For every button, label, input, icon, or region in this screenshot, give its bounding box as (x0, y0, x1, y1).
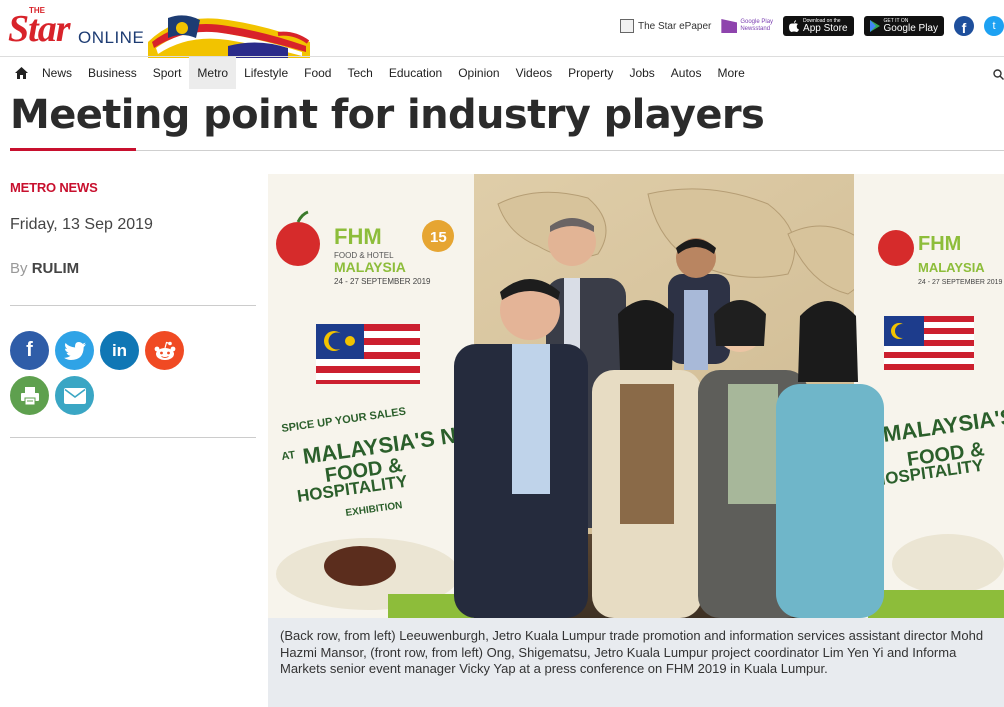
share-buttons: f in (10, 331, 210, 415)
nav-item-education[interactable]: Education (381, 57, 450, 89)
article-title: Meeting point for industry players (10, 92, 765, 138)
share-facebook-icon[interactable]: f (10, 331, 49, 370)
meta-divider-top (10, 305, 256, 306)
share-linkedin-icon[interactable]: in (100, 331, 139, 370)
facebook-icon[interactable]: f (954, 16, 974, 36)
byline: By RULIM (10, 260, 79, 277)
newsstand-icon (721, 19, 738, 33)
nav-item-opinion[interactable]: Opinion (450, 57, 507, 89)
right-banner-country: MALAYSIA (918, 260, 985, 275)
apple-icon (789, 20, 800, 32)
right-banner-fhm: FHM (918, 233, 961, 255)
share-reddit-icon[interactable] (145, 331, 184, 370)
nav-item-lifestyle[interactable]: Lifestyle (236, 57, 296, 89)
nav-item-food[interactable]: Food (296, 57, 339, 89)
nav-item-news[interactable]: News (34, 57, 80, 89)
nav-item-business[interactable]: Business (80, 57, 145, 89)
malaysia-flag-graphic (148, 15, 310, 58)
google-play-button[interactable]: GET IT ON Google Play (863, 16, 944, 36)
nav-item-videos[interactable]: Videos (508, 57, 560, 89)
the-star-online-logo[interactable]: THE Star ONLINE (8, 4, 312, 58)
app-store-button[interactable]: Download on the App Store (783, 16, 854, 36)
google-play-label: Google Play (883, 22, 938, 34)
header-utility-links: The Star ePaper Google Play Newsstand Do… (619, 14, 1004, 38)
author-name[interactable]: RULIM (32, 260, 80, 277)
left-banner-at: AT (281, 449, 297, 463)
left-banner-fhm: FHM (334, 224, 382, 249)
left-banner-dates: 24 - 27 SEPTEMBER 2019 (334, 277, 431, 286)
share-twitter-icon[interactable] (55, 331, 94, 370)
google-play-icon (869, 20, 880, 32)
epaper-icon (619, 19, 634, 33)
nav-item-metro[interactable]: Metro (189, 56, 237, 89)
nav-item-property[interactable]: Property (560, 57, 621, 89)
twitter-icon[interactable]: t (984, 16, 1004, 36)
left-banner-country: MALAYSIA (334, 259, 406, 275)
publish-date: Friday, 13 Sep 2019 (10, 216, 153, 233)
logo-online-text: ONLINE (78, 28, 145, 47)
nav-item-tech[interactable]: Tech (339, 57, 380, 89)
share-print-icon[interactable] (10, 376, 49, 415)
section-label[interactable]: METRO NEWS (10, 180, 98, 195)
newsstand-line1: Google Play (740, 19, 774, 25)
article-photo[interactable]: FHM FOOD & HOTEL MALAYSIA 24 - 27 SEPTEM… (268, 174, 1004, 618)
right-banner-dates: 24 - 27 SEPTEMBER 2019 (918, 279, 1003, 286)
search-icon[interactable] (993, 67, 1004, 85)
app-store-label: App Store (803, 22, 848, 34)
logo-star-text: Star (8, 8, 70, 50)
home-icon[interactable] (8, 57, 34, 89)
nav-item-sport[interactable]: Sport (145, 57, 190, 89)
byline-prefix: By (10, 260, 28, 277)
title-divider (10, 150, 1004, 151)
masthead: THE Star ONLINE The Star ePaper Google P… (0, 0, 1004, 58)
title-accent-bar (10, 148, 136, 151)
google-play-newsstand-link[interactable]: Google Play Newsstand (721, 19, 773, 33)
newsstand-line2: Newsstand (740, 26, 771, 32)
epaper-label: The Star ePaper (637, 20, 712, 32)
main-navigation: News Business Sport Metro Lifestyle Food… (0, 56, 1004, 89)
meta-divider-bottom (10, 437, 256, 438)
epaper-link[interactable]: The Star ePaper (619, 19, 712, 33)
share-email-icon[interactable] (55, 376, 94, 415)
nav-item-jobs[interactable]: Jobs (621, 57, 662, 89)
nav-item-more[interactable]: More (709, 57, 752, 89)
photo-caption: (Back row, from left) Leeuwenburgh, Jetr… (268, 618, 1004, 707)
press-conference-photo: FHM FOOD & HOTEL MALAYSIA 24 - 27 SEPTEM… (268, 174, 1004, 618)
nav-item-autos[interactable]: Autos (663, 57, 710, 89)
left-banner-anniv: 15 (430, 229, 447, 246)
